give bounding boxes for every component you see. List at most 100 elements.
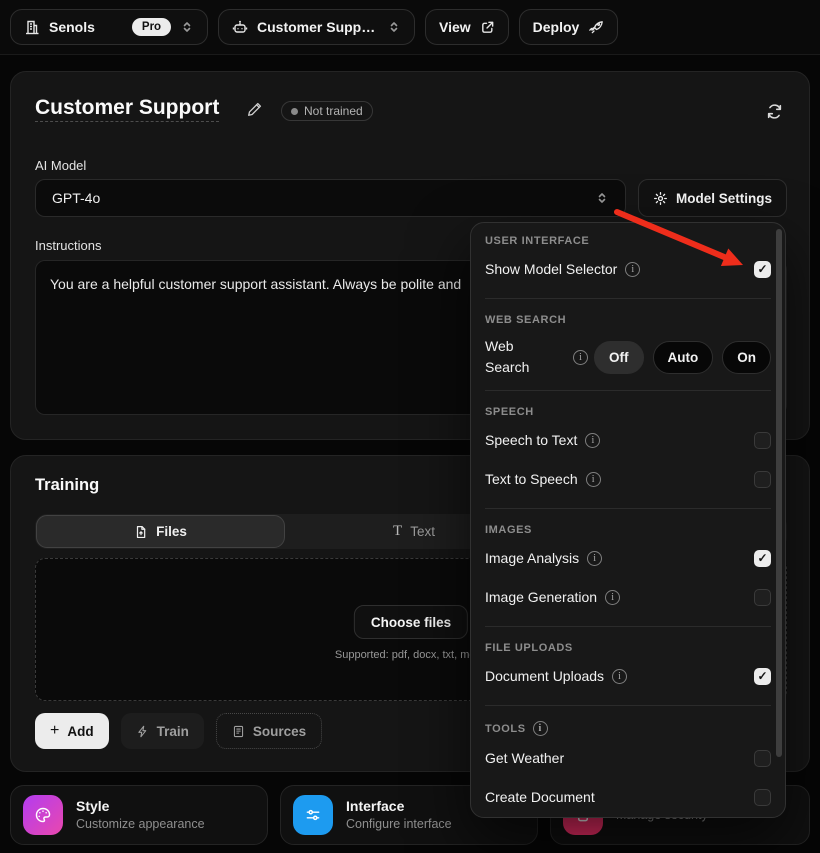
pro-badge: Pro bbox=[132, 18, 171, 36]
create-document-checkbox[interactable]: ✓ bbox=[754, 789, 771, 806]
setting-row: Web Search i Off Auto On bbox=[485, 336, 771, 378]
info-icon[interactable]: i bbox=[587, 551, 602, 566]
model-value: GPT-4o bbox=[52, 190, 100, 206]
tab-text-label: Text bbox=[410, 524, 435, 539]
image-analysis-label: Image Analysis bbox=[485, 550, 579, 566]
check-icon: ✓ bbox=[757, 670, 767, 682]
workspace-switcher[interactable]: Senols Pro bbox=[10, 9, 208, 45]
status-dot-icon bbox=[291, 108, 298, 115]
status-badge: Not trained bbox=[281, 101, 373, 121]
agent-switcher[interactable]: Customer Supp… bbox=[218, 9, 415, 45]
section-heading: USER INTERFACE bbox=[485, 235, 771, 247]
add-button[interactable]: + Add bbox=[35, 713, 109, 749]
setting-row: Speech to Text i ✓ bbox=[485, 423, 771, 457]
model-select[interactable]: GPT-4o bbox=[35, 179, 626, 217]
gear-icon bbox=[653, 191, 668, 206]
sliders-icon bbox=[293, 795, 333, 835]
image-generation-label: Image Generation bbox=[485, 589, 597, 605]
plus-icon: + bbox=[50, 722, 59, 740]
setting-row: Create Document ✓ bbox=[485, 780, 771, 814]
show-model-selector-label: Show Model Selector bbox=[485, 261, 617, 277]
external-link-icon bbox=[480, 20, 495, 35]
panel-scrollbar[interactable] bbox=[776, 229, 782, 757]
training-title: Training bbox=[35, 476, 99, 495]
sources-button[interactable]: Sources bbox=[216, 713, 322, 749]
setting-row: Image Analysis i ✓ bbox=[485, 541, 771, 575]
style-card[interactable]: Style Customize appearance bbox=[10, 785, 268, 845]
info-icon[interactable]: i bbox=[533, 721, 548, 736]
interface-card-title: Interface bbox=[346, 798, 452, 816]
get-weather-checkbox[interactable]: ✓ bbox=[754, 750, 771, 767]
check-icon: ✓ bbox=[757, 263, 767, 275]
text-to-speech-checkbox[interactable]: ✓ bbox=[754, 471, 771, 488]
image-generation-checkbox[interactable]: ✓ bbox=[754, 589, 771, 606]
deploy-button[interactable]: Deploy bbox=[519, 9, 619, 45]
file-icon bbox=[134, 525, 148, 539]
setting-row: Image Generation i ✓ bbox=[485, 580, 771, 614]
workspace-name: Senols bbox=[49, 19, 95, 35]
style-card-text: Style Customize appearance bbox=[76, 798, 205, 832]
document-uploads-label: Document Uploads bbox=[485, 668, 604, 684]
model-settings-panel: USER INTERFACE Show Model Selector i ✓ W… bbox=[470, 222, 786, 818]
model-settings-button[interactable]: Model Settings bbox=[638, 179, 787, 217]
setting-row: Document Uploads i ✓ bbox=[485, 659, 771, 693]
web-search-auto-button[interactable]: Auto bbox=[653, 341, 714, 374]
status-text: Not trained bbox=[304, 104, 363, 118]
chevron-updown-icon bbox=[387, 20, 401, 34]
model-settings-label: Model Settings bbox=[676, 191, 772, 206]
info-icon[interactable]: i bbox=[586, 472, 601, 487]
image-analysis-checkbox[interactable]: ✓ bbox=[754, 550, 771, 567]
interface-card-text: Interface Configure interface bbox=[346, 798, 452, 832]
web-search-off-button[interactable]: Off bbox=[594, 341, 644, 374]
view-button[interactable]: View bbox=[425, 9, 509, 45]
info-icon[interactable]: i bbox=[625, 262, 640, 277]
info-icon[interactable]: i bbox=[573, 350, 588, 365]
info-icon[interactable]: i bbox=[612, 669, 627, 684]
section-speech: SPEECH Speech to Text i ✓ Text to Speech… bbox=[485, 390, 771, 496]
instructions-label: Instructions bbox=[35, 238, 101, 253]
interface-card-subtitle: Configure interface bbox=[346, 816, 452, 832]
info-icon[interactable]: i bbox=[605, 590, 620, 605]
training-actions: + Add Train Sources bbox=[35, 713, 322, 749]
section-web-search: WEB SEARCH Web Search i Off Auto On bbox=[485, 298, 771, 378]
chevron-updown-icon bbox=[595, 191, 609, 205]
create-document-label: Create Document bbox=[485, 789, 595, 805]
refresh-icon[interactable] bbox=[766, 103, 783, 120]
web-search-segment: Off Auto On bbox=[594, 341, 771, 374]
web-search-label: Web Search bbox=[485, 336, 549, 378]
lightning-icon bbox=[136, 725, 149, 738]
section-images: IMAGES Image Analysis i ✓ Image Generati… bbox=[485, 508, 771, 614]
text-icon: T bbox=[393, 523, 402, 540]
style-card-title: Style bbox=[76, 798, 205, 816]
bot-icon bbox=[232, 19, 248, 35]
section-heading: WEB SEARCH bbox=[485, 314, 771, 326]
show-model-selector-checkbox[interactable]: ✓ bbox=[754, 261, 771, 278]
sources-label: Sources bbox=[253, 724, 306, 739]
tab-files-label: Files bbox=[156, 524, 187, 539]
rocket-icon bbox=[588, 19, 604, 35]
building-icon bbox=[24, 19, 40, 35]
tab-files[interactable]: Files bbox=[36, 515, 285, 548]
agent-name: Customer Supp… bbox=[257, 19, 375, 35]
deploy-label: Deploy bbox=[533, 19, 580, 35]
text-to-speech-label: Text to Speech bbox=[485, 471, 578, 487]
section-heading: TOOLS bbox=[485, 723, 526, 735]
web-search-on-button[interactable]: On bbox=[722, 341, 771, 374]
choose-files-button[interactable]: Choose files bbox=[354, 605, 468, 639]
ai-model-label: AI Model bbox=[35, 158, 86, 173]
section-heading: FILE UPLOADS bbox=[485, 642, 771, 654]
info-icon[interactable]: i bbox=[585, 433, 600, 448]
chevron-updown-icon bbox=[180, 20, 194, 34]
section-file-uploads: FILE UPLOADS Document Uploads i ✓ bbox=[485, 626, 771, 693]
edit-title-icon[interactable] bbox=[247, 101, 263, 117]
palette-icon bbox=[23, 795, 63, 835]
top-bar: Senols Pro Customer Supp… View bbox=[0, 0, 820, 55]
train-button[interactable]: Train bbox=[121, 713, 204, 749]
check-icon: ✓ bbox=[757, 552, 767, 564]
speech-to-text-label: Speech to Text bbox=[485, 432, 577, 448]
document-uploads-checkbox[interactable]: ✓ bbox=[754, 668, 771, 685]
speech-to-text-checkbox[interactable]: ✓ bbox=[754, 432, 771, 449]
style-card-subtitle: Customize appearance bbox=[76, 816, 205, 832]
section-user-interface: USER INTERFACE Show Model Selector i ✓ bbox=[485, 235, 771, 286]
agent-title[interactable]: Customer Support bbox=[35, 96, 219, 120]
